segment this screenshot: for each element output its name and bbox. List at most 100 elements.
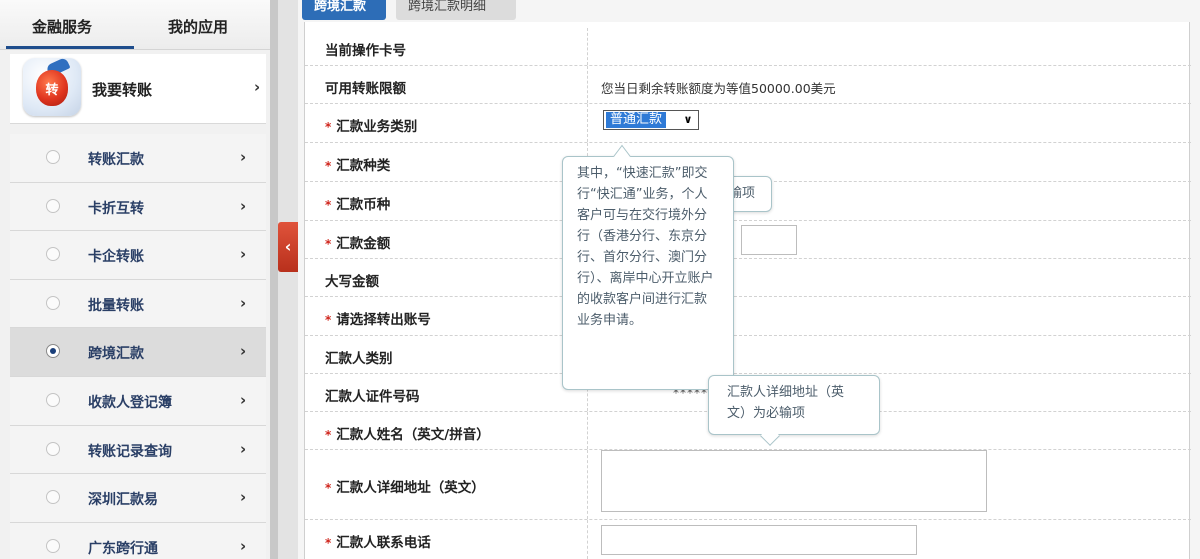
business-type-select[interactable]: 普通汇款 ∨ <box>603 110 699 130</box>
tab-cross-border-details[interactable]: 跨境汇款明细 <box>396 0 516 20</box>
collapse-sidebar-button[interactable]: ‹ <box>278 222 298 272</box>
field-label-text: 汇款币种 <box>336 197 391 213</box>
main-panel: 跨境汇款 跨境汇款明细 当前操作卡号 可用转账限额 您当日剩余转账额度为等值50… <box>298 0 1200 559</box>
radio-icon[interactable] <box>46 247 60 262</box>
required-mark: * <box>325 237 332 251</box>
chevron-right-icon: › <box>240 536 247 555</box>
sidebar-item-guangdong-interbank[interactable]: 广东跨行通 › <box>10 522 266 559</box>
radio-icon[interactable] <box>46 295 60 310</box>
sidebar: 金融服务 我的应用 转 我要转账 › 转账汇款 › 卡折互转 › 卡企转账 › <box>0 0 272 559</box>
field-label: 当前操作卡号 <box>325 39 406 59</box>
field-label: * 汇款人详细地址（英文） <box>325 476 485 496</box>
required-mark: * <box>325 428 332 442</box>
field-label-text: 大写金额 <box>325 274 379 290</box>
chevron-right-icon: › <box>240 148 247 166</box>
field-label-text: 请选择转出账号 <box>336 312 431 328</box>
required-mark: * <box>325 536 332 550</box>
sidebar-item-card-enterprise[interactable]: 卡企转账 › <box>10 231 266 280</box>
sidebar-item-transfer-history[interactable]: 转账记录查询 › <box>10 425 266 475</box>
chevron-right-icon: › <box>254 78 261 96</box>
business-type-selected: 普通汇款 <box>606 112 667 128</box>
field-label-text: 当前操作卡号 <box>325 43 406 59</box>
chevron-right-icon: › <box>240 293 247 312</box>
field-label-text: 汇款人证件号码 <box>325 389 420 405</box>
sidebar-item-label: 转账记录查询 <box>88 443 172 460</box>
field-label-text: 汇款人类别 <box>325 351 393 367</box>
sidebar-item-label: 广东跨行通 <box>88 540 158 557</box>
tab-financial-services[interactable]: 金融服务 <box>32 16 92 37</box>
sidebar-menu: 转账汇款 › 卡折互转 › 卡企转账 › 批量转账 › 跨境汇款 › 收款人登记… <box>10 134 266 559</box>
field-label: * 汇款人联系电话 <box>325 531 431 551</box>
radio-icon[interactable] <box>46 490 60 505</box>
transfer-feature[interactable]: 转 我要转账 › <box>10 54 266 124</box>
phone-input[interactable] <box>601 525 917 555</box>
field-label: 汇款人证件号码 <box>325 385 420 405</box>
sidebar-tabs: 金融服务 我的应用 <box>0 0 272 50</box>
amount-input[interactable] <box>741 225 797 255</box>
field-label: * 汇款币种 <box>325 193 390 213</box>
field-label: 大写金额 <box>325 270 379 290</box>
active-tab-indicator <box>6 46 134 49</box>
field-label: * 汇款人姓名（英文/拼音） <box>325 423 490 443</box>
form-row-transfer-limit: 可用转账限额 您当日剩余转账额度为等值50000.00美元 <box>305 66 1191 104</box>
required-mark: * <box>325 159 332 173</box>
field-label-text: 汇款人联系电话 <box>336 535 431 551</box>
tab-cross-border-remit[interactable]: 跨境汇款 <box>302 0 386 20</box>
radio-icon[interactable] <box>46 538 60 553</box>
sidebar-item-label: 深圳汇款易 <box>88 492 158 509</box>
form-row-business-type: * 汇款业务类别 普通汇款 ∨ <box>305 104 1191 143</box>
sidebar-item-payee-register[interactable]: 收款人登记簿 › <box>10 376 266 426</box>
row-divider <box>587 520 588 559</box>
radio-icon[interactable] <box>46 198 60 213</box>
field-label-text: 可用转账限额 <box>325 81 406 97</box>
tooltip-quick-remit-text: 其中，“快速汇款”即交行“快汇通”业务，个人客户可与在交行境外分行（香港分行、东… <box>577 166 714 328</box>
field-label-text: 汇款种类 <box>336 158 391 174</box>
chevron-right-icon: › <box>240 488 247 507</box>
tab-my-apps[interactable]: 我的应用 <box>168 16 228 37</box>
radio-icon[interactable] <box>46 150 60 164</box>
transfer-feature-label: 我要转账 <box>92 81 153 99</box>
sidebar-item-label: 跨境汇款 <box>88 346 144 363</box>
required-mark: * <box>325 481 332 495</box>
remittance-form: 当前操作卡号 可用转账限额 您当日剩余转账额度为等值50000.00美元 * 汇款… <box>304 22 1191 559</box>
field-label: * 请选择转出账号 <box>325 308 431 328</box>
tooltip-quick-remit: 其中，“快速汇款”即交行“快汇通”业务，个人客户可与在交行境外分行（香港分行、东… <box>562 144 734 390</box>
transfer-money-icon: 转 <box>23 56 81 116</box>
radio-icon[interactable] <box>46 392 60 407</box>
field-label-text: 汇款人详细地址（英文） <box>336 480 485 496</box>
chevron-right-icon: › <box>240 439 247 458</box>
row-divider <box>587 412 588 449</box>
required-mark: * <box>325 313 332 327</box>
radio-selected-icon[interactable] <box>46 344 60 359</box>
field-label-text: 汇款金额 <box>336 236 391 252</box>
money-bag-glyph: 转 <box>45 83 59 98</box>
form-row-phone: * 汇款人联系电话 <box>305 520 1191 559</box>
form-row-source-account: * 请选择转出账号 <box>305 297 1191 336</box>
field-label: * 汇款金额 <box>325 232 390 252</box>
tooltip-address-required: 汇款人详细地址（英文）为必输项 <box>708 375 880 446</box>
address-textarea[interactable] <box>601 450 987 512</box>
form-row-card-number: 当前操作卡号 <box>305 28 1191 66</box>
chevron-left-icon: ‹ <box>284 237 292 256</box>
sidebar-item-batch-transfer[interactable]: 批量转账 › <box>10 279 266 329</box>
money-bag-shape: 转 <box>36 70 68 106</box>
radio-icon[interactable] <box>46 441 60 456</box>
dropdown-arrow-icon: ∨ <box>683 113 693 126</box>
sidebar-item-label: 转账汇款 <box>88 152 144 168</box>
field-label: * 汇款业务类别 <box>325 115 417 135</box>
chevron-right-icon: › <box>240 390 247 409</box>
sidebar-item-card-passbook[interactable]: 卡折互转 › <box>10 182 266 232</box>
chevron-right-icon: › <box>240 342 247 361</box>
sidebar-item-shenzhen-remit[interactable]: 深圳汇款易 › <box>10 474 266 523</box>
row-divider <box>587 66 588 103</box>
sidebar-item-cross-border[interactable]: 跨境汇款 › <box>10 328 266 377</box>
sidebar-item-label: 批量转账 <box>88 297 144 314</box>
tooltip-address-text: 汇款人详细地址（英文）为必输项 <box>727 385 845 421</box>
transfer-limit-value: 您当日剩余转账额度为等值50000.00美元 <box>601 81 836 96</box>
sidebar-scrollbar[interactable] <box>270 0 278 559</box>
form-row-amount-words: 大写金额 <box>305 259 1191 297</box>
field-label: * 汇款种类 <box>325 154 390 174</box>
sidebar-item-transfer-remit[interactable]: 转账汇款 › <box>10 134 266 183</box>
sidebar-item-label: 收款人登记簿 <box>88 394 172 411</box>
field-label: 汇款人类别 <box>325 347 393 367</box>
